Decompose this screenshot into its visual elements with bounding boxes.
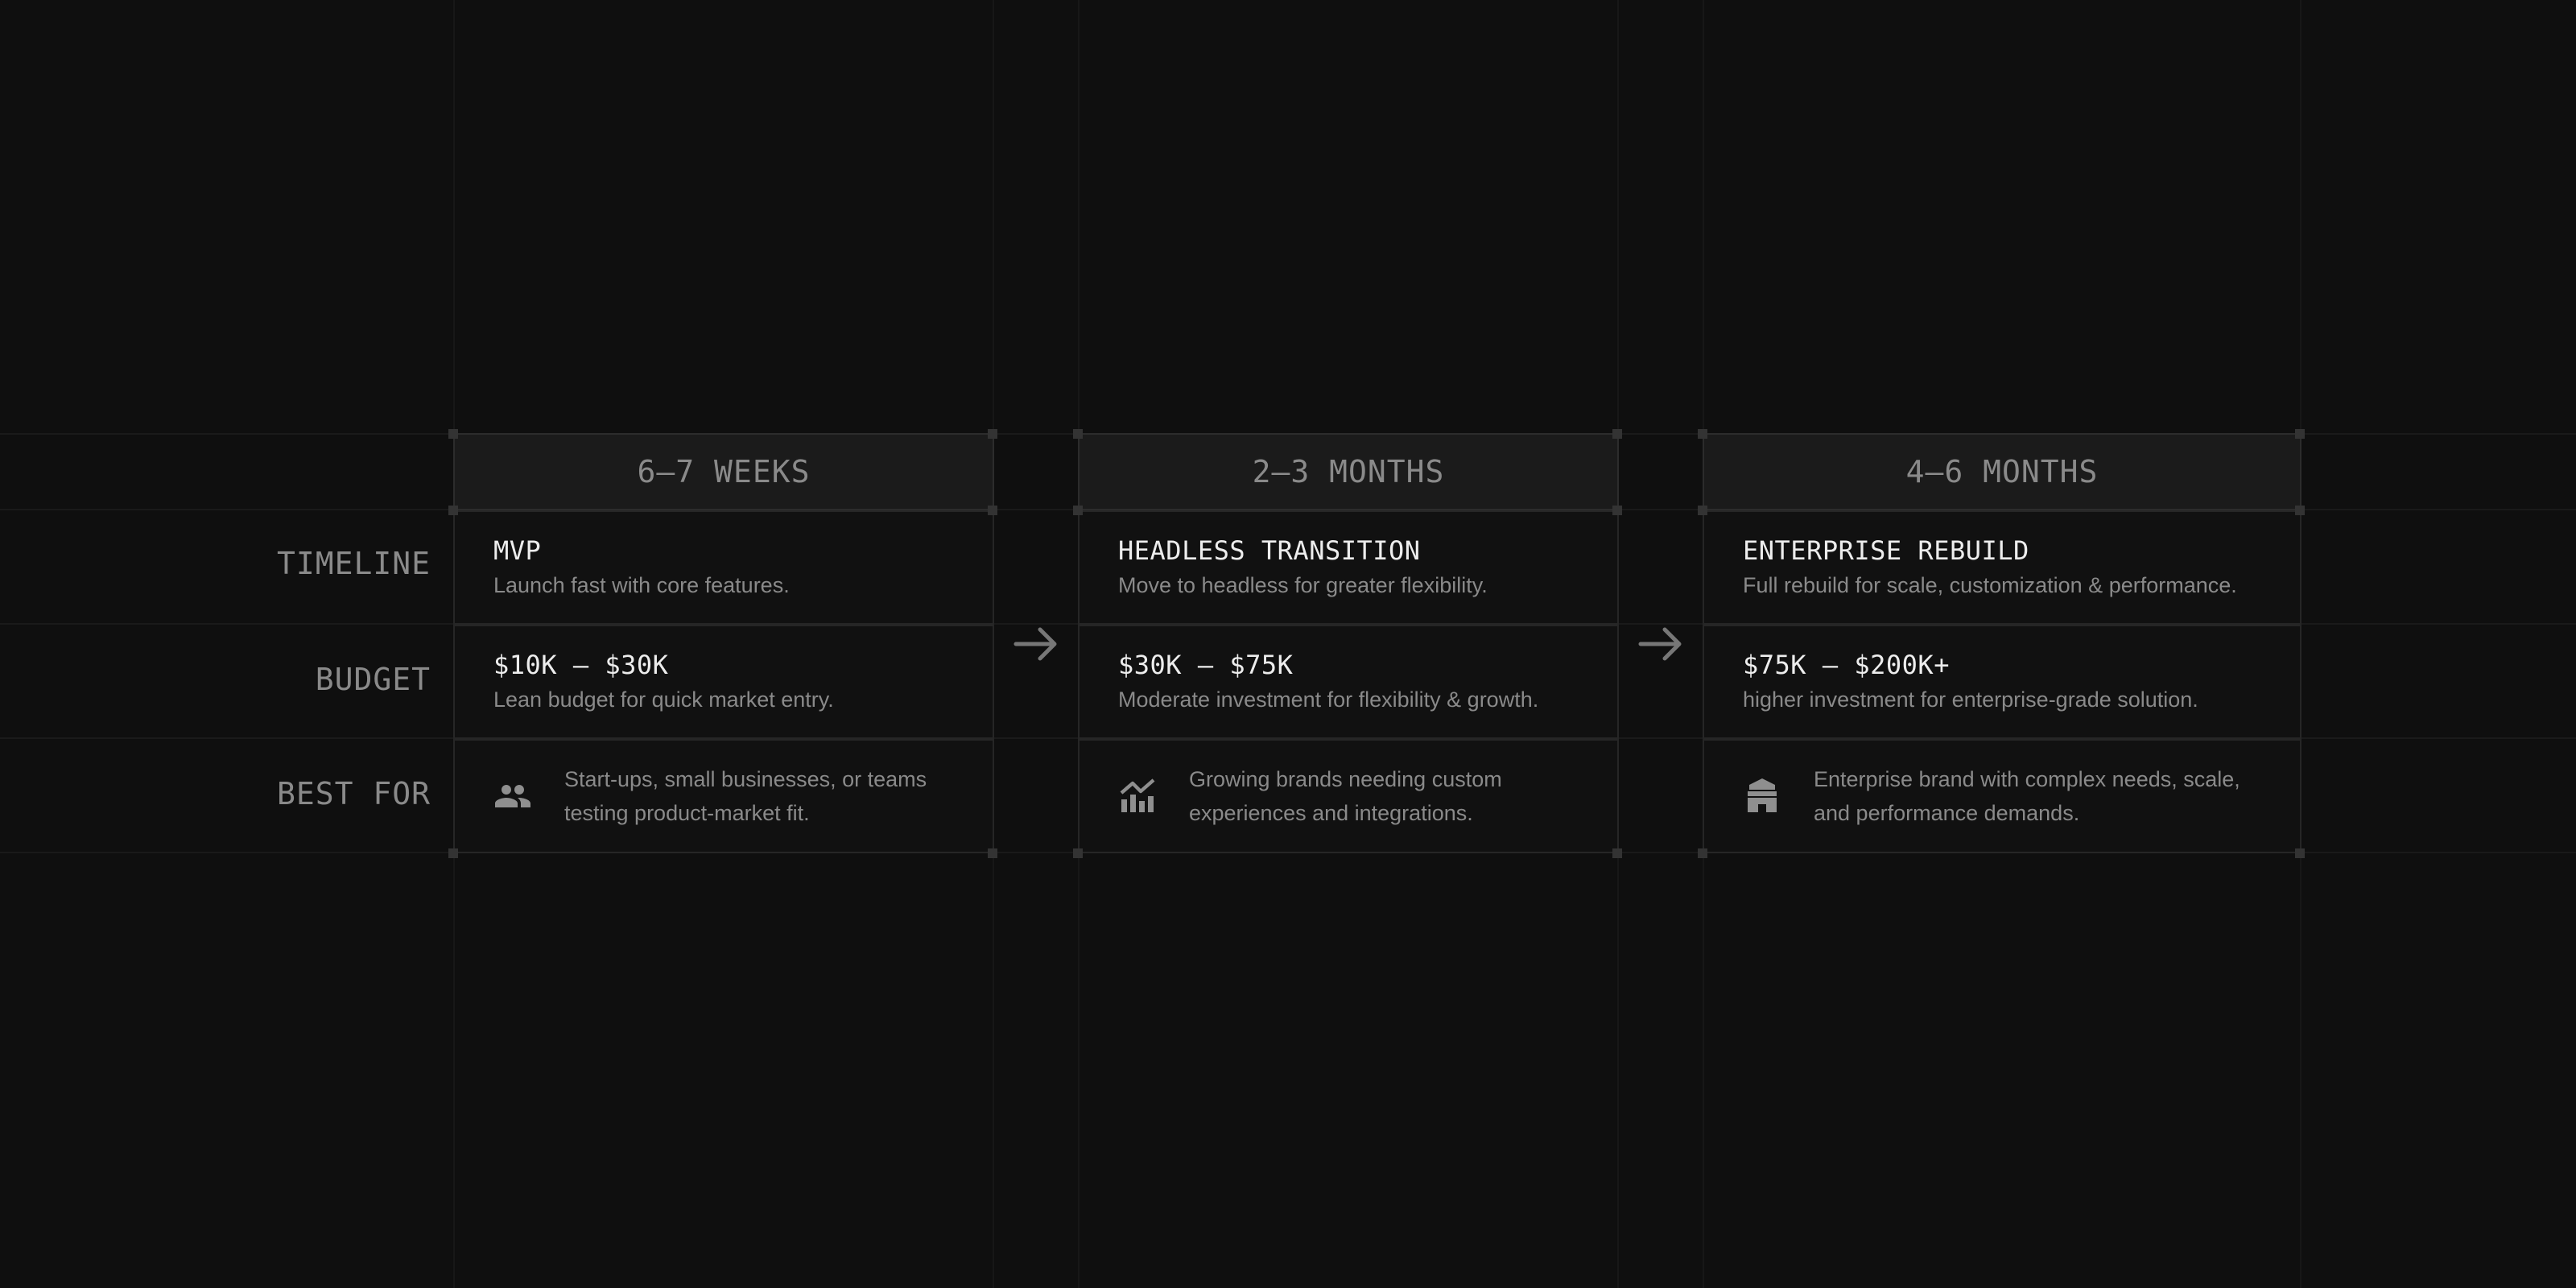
corner-marker	[988, 848, 997, 858]
best-for-line: testing product-market fit.	[564, 801, 810, 825]
corner-marker	[988, 506, 997, 515]
corner-marker	[1612, 506, 1622, 515]
timeline-cell: MVP Launch fast with core features.	[453, 510, 994, 625]
budget-cell: $30K – $75K Moderate investment for flex…	[1078, 625, 1619, 739]
corner-marker	[2295, 429, 2305, 439]
corner-marker	[2295, 848, 2305, 858]
budget-description: higher investment for enterprise-grade s…	[1743, 687, 2198, 712]
best-for-cell: Growing brands needing custom experience…	[1078, 739, 1619, 853]
budget-description: Lean budget for quick market entry.	[493, 687, 834, 712]
arrow-right-icon	[1638, 627, 1682, 661]
corner-marker	[2295, 506, 2305, 515]
budget-range: $30K – $75K	[1118, 650, 1294, 680]
best-for-line: Start-ups, small businesses, or teams	[564, 767, 927, 791]
growth-chart-icon	[1118, 777, 1157, 815]
timeline-cell: HEADLESS TRANSITION Move to headless for…	[1078, 510, 1619, 625]
timeline-title: MVP	[493, 535, 542, 566]
best-for-cell: Enterprise brand with complex needs, sca…	[1703, 739, 2301, 853]
corner-marker	[1073, 429, 1083, 439]
duration-header: 4–6 MONTHS	[1703, 433, 2301, 510]
duration-header: 6–7 WEEKS	[453, 433, 994, 510]
corner-marker	[1698, 848, 1707, 858]
timeline-cell: ENTERPRISE REBUILD Full rebuild for scal…	[1703, 510, 2301, 625]
best-for-cell: Start-ups, small businesses, or teams te…	[453, 739, 994, 853]
corner-marker	[448, 429, 458, 439]
enterprise-building-icon	[1743, 777, 1781, 815]
best-for-line: experiences and integrations.	[1189, 801, 1473, 825]
budget-cell: $10K – $30K Lean budget for quick market…	[453, 625, 994, 739]
timeline-title: HEADLESS TRANSITION	[1118, 535, 1421, 566]
timeline-description: Full rebuild for scale, customization & …	[1743, 573, 2237, 597]
budget-description: Moderate investment for flexibility & gr…	[1118, 687, 1539, 712]
duration-header: 2–3 MONTHS	[1078, 433, 1619, 510]
timeline-description: Launch fast with core features.	[493, 573, 790, 597]
corner-marker	[988, 429, 997, 439]
corner-marker	[1612, 429, 1622, 439]
row-label-timeline: TIMELINE	[276, 546, 431, 581]
best-for-line: Enterprise brand with complex needs, sca…	[1814, 767, 2240, 791]
users-icon	[493, 777, 532, 815]
corner-marker	[448, 848, 458, 858]
corner-marker	[448, 506, 458, 515]
budget-cell: $75K – $200K+ higher investment for ente…	[1703, 625, 2301, 739]
corner-marker	[1073, 848, 1083, 858]
best-for-line: and performance demands.	[1814, 801, 2080, 825]
budget-range: $75K – $200K+	[1743, 650, 1950, 680]
timeline-title: ENTERPRISE REBUILD	[1743, 535, 2029, 566]
corner-marker	[1612, 848, 1622, 858]
best-for-line: Growing brands needing custom	[1189, 767, 1502, 791]
row-label-budget: BUDGET	[315, 662, 431, 697]
corner-marker	[1073, 506, 1083, 515]
arrow-right-icon	[1013, 627, 1057, 661]
timeline-description: Move to headless for greater flexibility…	[1118, 573, 1488, 597]
row-label-best-for: BEST FOR	[276, 776, 431, 811]
corner-marker	[1698, 429, 1707, 439]
corner-marker	[1698, 506, 1707, 515]
budget-range: $10K – $30K	[493, 650, 669, 680]
